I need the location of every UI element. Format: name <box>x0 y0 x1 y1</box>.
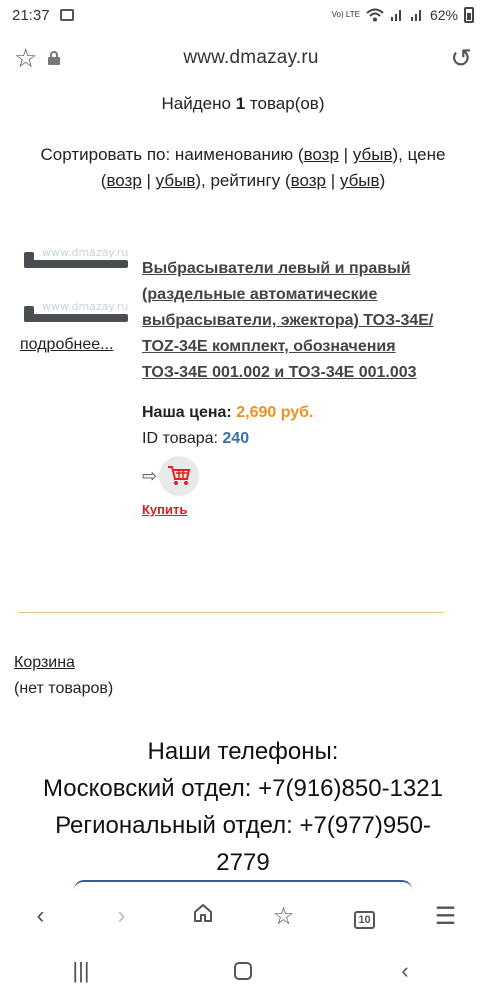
product-info: Выбрасыватели левый и правый (раздельные… <box>142 256 442 517</box>
tabs-icon[interactable]: 10 <box>345 902 385 930</box>
page-content: Найдено 1 товар(ов) Сортировать по: наим… <box>0 86 486 517</box>
status-bar: 21:37 Vo) LTE 62% <box>0 0 486 30</box>
sort-name-desc-link[interactable]: убыв <box>353 145 393 164</box>
partial-button[interactable] <box>74 880 412 890</box>
wifi-icon <box>366 8 384 22</box>
cart-status: (нет товаров) <box>14 680 114 697</box>
product-thumb-right: www.dmazay.ru <box>20 300 132 340</box>
menu-icon[interactable]: ☰ <box>426 902 466 931</box>
phone-moscow: Московский отдел: +7(916)850-1321 <box>43 775 443 802</box>
status-time: 21:37 <box>12 6 50 24</box>
divider <box>18 612 444 613</box>
signal-icon <box>410 10 421 21</box>
phones-block: Наши телефоны: Московский отдел: +7(916)… <box>0 733 486 881</box>
add-to-cart-button[interactable]: ⇨ <box>142 456 442 496</box>
sort-name-asc-link[interactable]: возр <box>304 145 339 164</box>
star-icon[interactable]: ☆ <box>14 43 44 74</box>
sys-home-icon[interactable] <box>223 962 263 980</box>
phone-regional-line2: 2779 <box>216 849 270 876</box>
phones-heading: Наши телефоны: <box>147 738 339 765</box>
price-value: 2,690 руб. <box>236 404 314 421</box>
watermark: www.dmazay.ru <box>42 300 129 313</box>
product-thumb-left: www.dmazay.ru <box>20 246 132 286</box>
id-row: ID товара: 240 <box>142 430 442 448</box>
lock-icon <box>48 51 60 65</box>
battery-icon <box>464 7 474 23</box>
buy-link[interactable]: Купить <box>142 502 442 517</box>
recents-icon[interactable]: ||| <box>61 958 101 984</box>
sys-back-icon[interactable]: ‹ <box>385 958 425 984</box>
back-icon[interactable]: ‹ <box>21 902 61 930</box>
found-count: Найдено 1 товар(ов) <box>161 94 325 113</box>
cart-link[interactable]: Корзина <box>14 654 75 671</box>
sort-rating-desc-link[interactable]: убыв <box>340 171 380 190</box>
status-icons: Vo) LTE 62% <box>332 7 474 23</box>
sort-rating-asc-link[interactable]: возр <box>291 171 326 190</box>
reload-icon[interactable]: ↺ <box>442 43 472 74</box>
home-icon[interactable] <box>183 902 223 931</box>
more-details-link[interactable]: подробнее... <box>20 336 113 354</box>
browser-nav-bar: ‹ › ☆ 10 ☰ <box>0 890 486 942</box>
sort-price-desc-link[interactable]: убыв <box>156 171 196 190</box>
battery-percent: 62% <box>429 7 458 23</box>
cart-icon <box>159 456 200 496</box>
url-bar[interactable]: ☆ www.dmazay.ru ↺ <box>0 30 486 86</box>
product-title-link[interactable]: Выбрасыватели левый и правый (раздельные… <box>142 256 442 386</box>
id-value: 240 <box>222 430 250 447</box>
sort-options: Сортировать по: наименованию (возр | убы… <box>40 145 446 190</box>
system-nav-bar: ||| ‹ <box>0 942 486 1000</box>
phone-regional-line1: Региональный отдел: +7(977)950- <box>55 812 431 839</box>
bookmark-icon[interactable]: ☆ <box>264 902 304 931</box>
id-label: ID товара: <box>142 430 218 447</box>
arrow-right-icon: ⇨ <box>142 465 158 486</box>
price-label: Наша цена: <box>142 404 232 421</box>
signal-icon <box>390 10 401 21</box>
sort-price-asc-link[interactable]: возр <box>106 171 141 190</box>
url-text[interactable]: www.dmazay.ru <box>60 47 442 69</box>
price-row: Наша цена: 2,690 руб. <box>142 404 442 422</box>
network-label: Vo) LTE <box>331 10 360 19</box>
cart-block: Корзина (нет товаров) <box>14 650 113 702</box>
forward-icon[interactable]: › <box>102 902 142 930</box>
gallery-icon <box>59 9 74 21</box>
watermark: www.dmazay.ru <box>42 246 129 259</box>
